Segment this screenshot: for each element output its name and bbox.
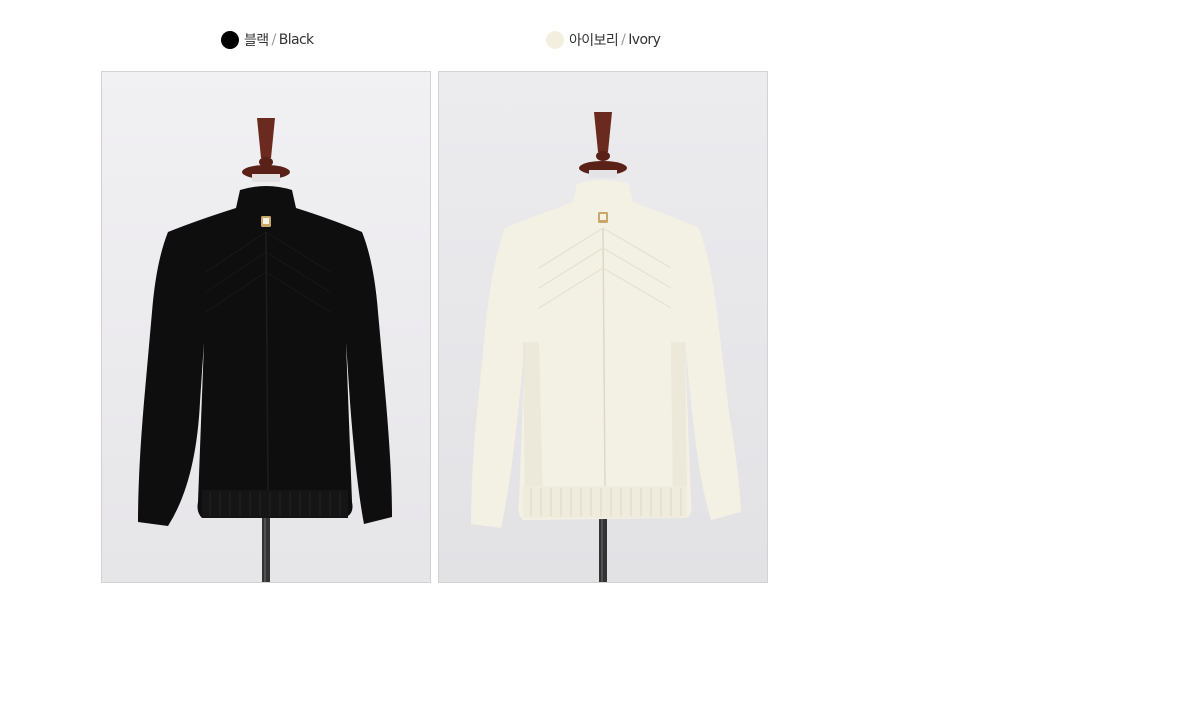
color-name-separator: / (621, 32, 626, 48)
color-name-separator: / (271, 32, 277, 48)
black-sweater-illustration (102, 72, 430, 582)
color-name-english: Black (278, 32, 314, 48)
color-name-korean: 블랙 (244, 33, 269, 49)
product-photo-black (101, 71, 431, 583)
color-name-english: Ivory (628, 32, 661, 48)
product-photo-ivory (438, 71, 768, 583)
color-option-ivory: 아이보리 / Ivory (546, 29, 661, 51)
ivory-swatch-icon (546, 31, 564, 49)
color-option-black: 블랙 / Black (221, 29, 314, 51)
ivory-sweater-illustration (439, 72, 767, 582)
color-name-korean: 아이보리 (569, 33, 619, 49)
black-swatch-icon (221, 31, 239, 49)
